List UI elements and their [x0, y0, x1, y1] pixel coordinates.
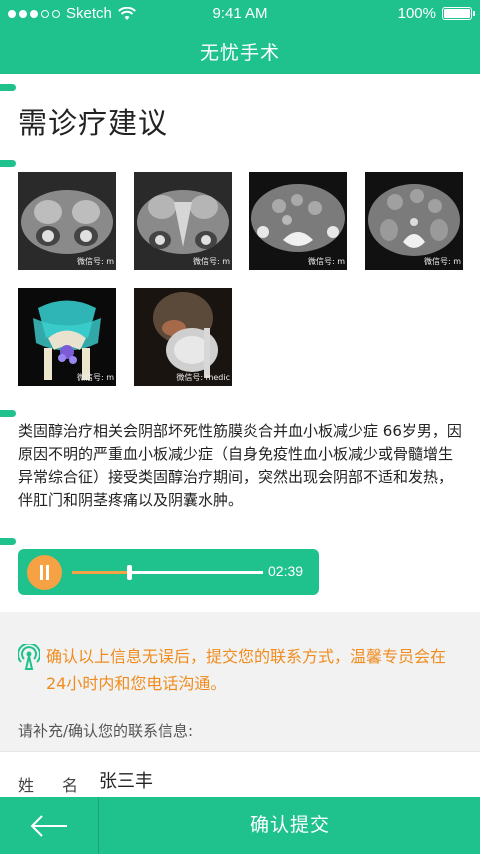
- image-watermark: 微信号: m: [76, 257, 114, 266]
- audio-progress-handle[interactable]: [127, 565, 133, 580]
- battery-percent: 100%: [397, 5, 436, 22]
- broadcast-icon: [18, 644, 40, 670]
- back-arrow-icon: [30, 815, 67, 837]
- image-watermark: 微信号: m: [76, 373, 114, 382]
- contact-hint: 请补充/确认您的联系信息:: [18, 722, 194, 740]
- section-marker: [0, 84, 16, 91]
- audio-duration: 02:39: [268, 563, 304, 579]
- medical-image-3[interactable]: 微信号: m: [249, 172, 347, 270]
- bottom-bar: 确认提交: [0, 797, 480, 854]
- audio-progress-track[interactable]: [72, 565, 263, 580]
- section-marker: [0, 410, 16, 417]
- battery-icon: [442, 7, 475, 20]
- top-bar: Sketch 9:41 AM 100% 无忧手术: [0, 0, 480, 74]
- case-card: 需诊疗建议 微信号: m 微信号: m 微信号: m 微信号: m 微信号: m…: [0, 74, 480, 612]
- image-watermark: 微信号: m: [307, 257, 345, 266]
- image-watermark: 微信号: m: [423, 257, 461, 266]
- notice-text: 确认以上信息无误后，提交您的联系方式，温馨专员会在24小时内和您电话沟通。: [46, 647, 447, 693]
- name-field[interactable]: [99, 769, 399, 790]
- image-watermark: 微信号: medic: [176, 373, 230, 382]
- pause-button[interactable]: [27, 555, 62, 590]
- notice-section: 确认以上信息无误后，提交您的联系方式，温馨专员会在24小时内和您电话沟通。 请补…: [0, 624, 480, 754]
- medical-image-6[interactable]: 微信号: medic: [134, 288, 232, 386]
- image-watermark: 微信号: m: [192, 257, 230, 266]
- medical-image-5[interactable]: 微信号: m: [18, 288, 116, 386]
- audio-player: 02:39: [18, 549, 319, 595]
- medical-image-1[interactable]: 微信号: m: [18, 172, 116, 270]
- page-title: 无忧手术: [199, 42, 280, 64]
- case-description: 类固醇治疗相关会阴部坏死性筋膜炎合并血小板减少症 66岁男，因原因不明的严重血小…: [18, 422, 462, 509]
- section-marker: [0, 160, 16, 167]
- back-button[interactable]: [0, 797, 99, 854]
- section-marker: [0, 538, 16, 545]
- medical-image-2[interactable]: 微信号: m: [134, 172, 232, 270]
- case-heading: 需诊疗建议: [18, 106, 169, 140]
- audio-progress-played: [72, 571, 130, 574]
- status-bar: Sketch 9:41 AM 100%: [0, 0, 480, 28]
- name-label: 姓名: [18, 776, 107, 795]
- submit-button[interactable]: 确认提交: [100, 797, 480, 854]
- medical-image-4[interactable]: 微信号: m: [365, 172, 463, 270]
